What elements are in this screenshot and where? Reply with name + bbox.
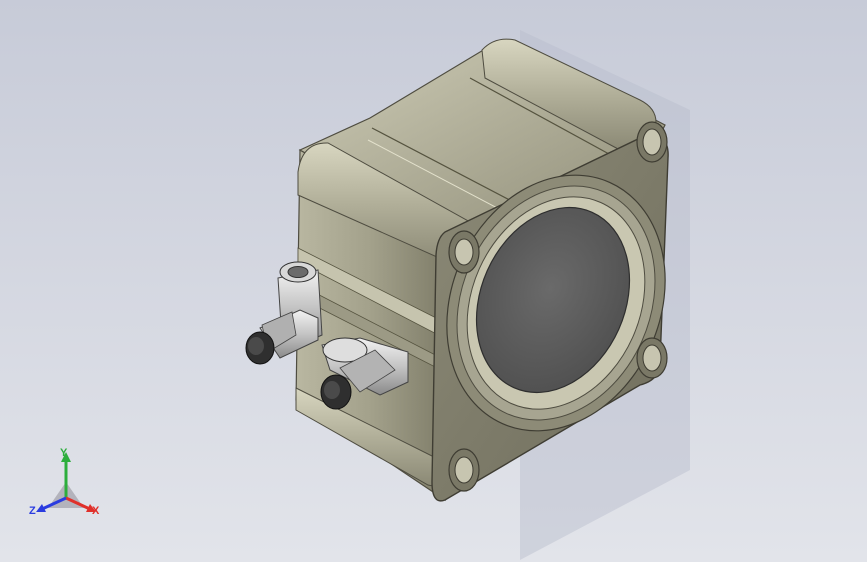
mounting-hole-bottom-left [448, 448, 480, 492]
mounting-hole-top-left [448, 230, 480, 274]
z-axis-label: Z [29, 505, 36, 517]
3d-viewport[interactable]: Y X Z [0, 0, 867, 562]
view-orientation-triad[interactable]: Y X Z [26, 448, 106, 522]
x-axis-label: X [92, 505, 100, 517]
pneumatic-cylinder-model[interactable] [0, 0, 867, 562]
y-axis-label: Y [60, 447, 68, 459]
mounting-hole-top-right [636, 121, 668, 163]
mounting-hole-bottom-right [636, 337, 668, 379]
